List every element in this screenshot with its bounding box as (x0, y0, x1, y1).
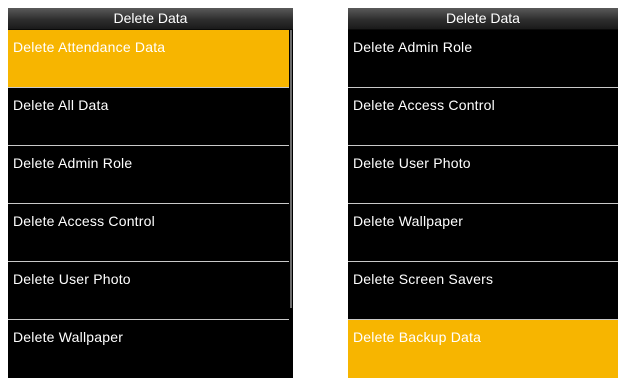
menu-item-delete-user-photo[interactable]: Delete User Photo (348, 146, 618, 204)
scrollbar[interactable] (289, 30, 293, 378)
menu-item-delete-backup-data[interactable]: Delete Backup Data (348, 320, 618, 378)
screen-title: Delete Data (8, 8, 293, 30)
delete-data-screen-right: Delete Data Delete Admin Role Delete Acc… (348, 8, 618, 378)
menu-item-label: Delete User Photo (13, 271, 131, 287)
menu-item-delete-user-photo[interactable]: Delete User Photo (8, 262, 289, 320)
menu-item-delete-screen-savers[interactable]: Delete Screen Savers (348, 262, 618, 320)
screen-title: Delete Data (348, 8, 618, 30)
menu-item-label: Delete Admin Role (353, 39, 473, 55)
menu-item-delete-access-control[interactable]: Delete Access Control (348, 88, 618, 146)
delete-data-screen-left: Delete Data Delete Attendance Data Delet… (8, 8, 293, 378)
menu-item-label: Delete Access Control (13, 213, 155, 229)
menu-item-delete-attendance-data[interactable]: Delete Attendance Data (8, 30, 289, 88)
menu-item-delete-admin-role[interactable]: Delete Admin Role (348, 30, 618, 88)
menu-item-label: Delete Wallpaper (353, 213, 464, 229)
delete-data-menu: Delete Attendance Data Delete All Data D… (8, 30, 289, 378)
menu-item-label: Delete Backup Data (353, 329, 482, 345)
menu-item-label: Delete All Data (13, 97, 109, 113)
delete-data-menu: Delete Admin Role Delete Access Control … (348, 30, 618, 378)
menu-item-label: Delete Attendance Data (13, 39, 166, 55)
menu-item-delete-all-data[interactable]: Delete All Data (8, 88, 289, 146)
menu-item-delete-wallpaper[interactable]: Delete Wallpaper (348, 204, 618, 262)
scrollbar-thumb[interactable] (290, 30, 292, 308)
menu-item-label: Delete Wallpaper (13, 329, 124, 345)
menu-item-delete-access-control[interactable]: Delete Access Control (8, 204, 289, 262)
menu-item-label: Delete User Photo (353, 155, 471, 171)
menu-item-label: Delete Access Control (353, 97, 495, 113)
menu-item-label: Delete Screen Savers (353, 271, 494, 287)
menu-item-label: Delete Admin Role (13, 155, 133, 171)
menu-item-delete-admin-role[interactable]: Delete Admin Role (8, 146, 289, 204)
menu-item-delete-wallpaper[interactable]: Delete Wallpaper (8, 320, 289, 378)
